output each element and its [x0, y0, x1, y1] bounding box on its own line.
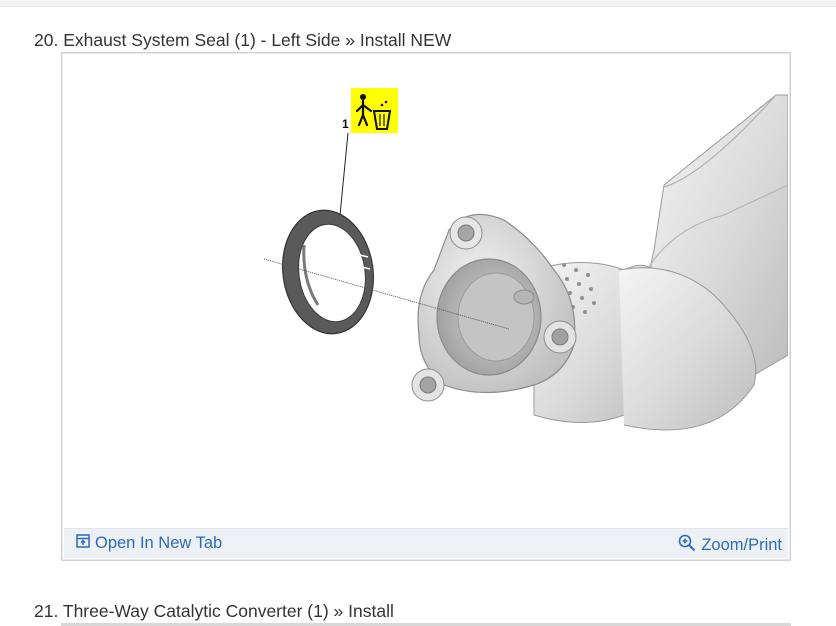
figure-footer-bar: Open In New Tab Zoom/Print	[64, 528, 788, 558]
exhaust-system-seal	[282, 209, 374, 335]
zoom-print-link[interactable]: Zoom/Print	[678, 534, 782, 557]
exhaust-flange	[411, 213, 577, 402]
step-21-heading: 21. Three-Way Catalytic Converter (1) » …	[34, 601, 394, 621]
step-20-figure: 1 Open In New Tab Zoom/Print	[61, 52, 791, 561]
open-in-new-tab-label: Open In New Tab	[95, 534, 223, 552]
trash-disposal-icon	[351, 88, 398, 133]
step-20-heading: 20. Exhaust System Seal (1) - Left Side …	[34, 30, 452, 50]
callout-leader-line	[339, 132, 349, 216]
callout-number: 1	[342, 117, 349, 131]
zoom-in-icon	[678, 534, 696, 557]
exhaust-seal-illustration[interactable]: 1	[64, 55, 788, 529]
zoom-print-label: Zoom/Print	[701, 536, 782, 554]
open-in-new-tab-icon	[76, 534, 90, 553]
open-in-new-tab-link[interactable]: Open In New Tab	[76, 534, 222, 553]
top-divider	[0, 0, 836, 7]
